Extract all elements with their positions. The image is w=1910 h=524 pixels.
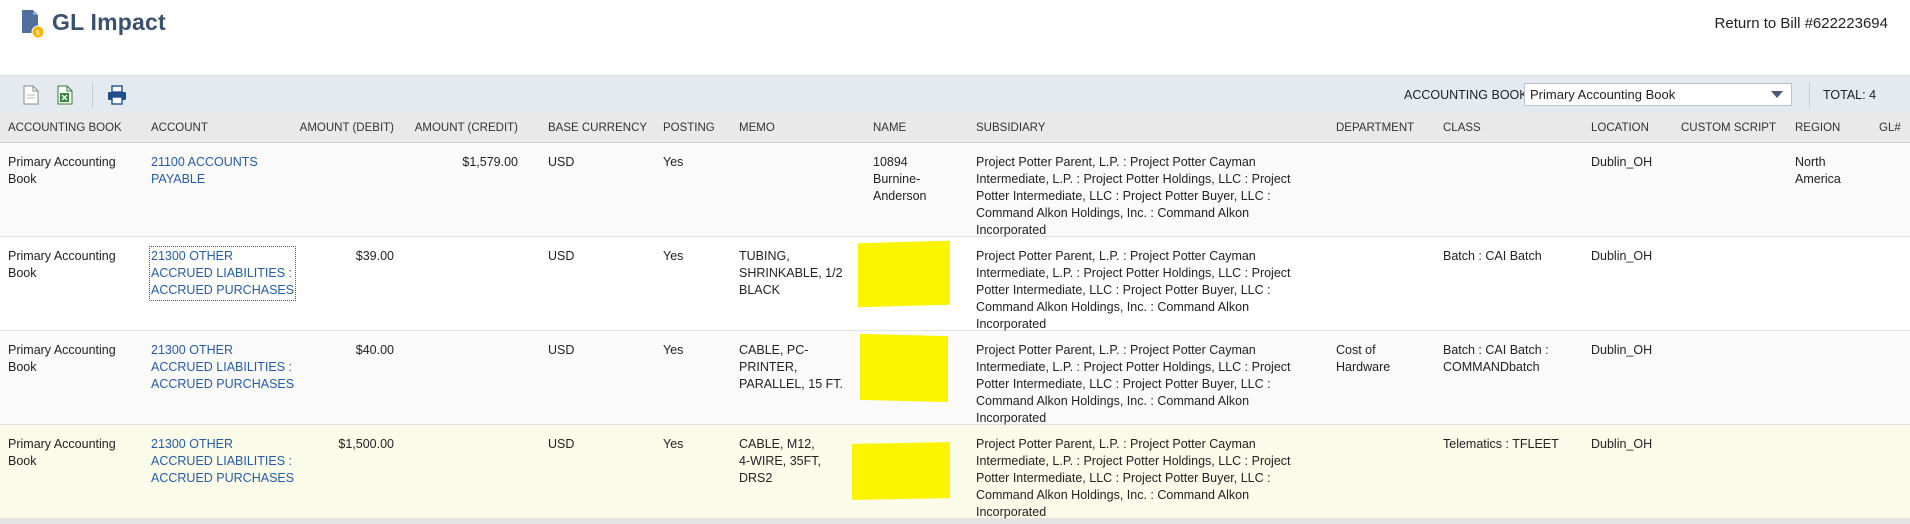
col-account[interactable]: ACCOUNT bbox=[151, 122, 208, 134]
cell-amount-credit: $1,579.00 bbox=[462, 155, 518, 169]
cell-memo: CABLE, PC- PRINTER, PARALLEL, 15 FT. bbox=[739, 343, 843, 391]
cell-location: Dublin_OH bbox=[1591, 249, 1653, 263]
table-row: Primary Accounting Book 21300 OTHER ACCRUE… bbox=[0, 425, 1910, 519]
cell-posting: Yes bbox=[663, 437, 684, 451]
cell-region: North America bbox=[1795, 155, 1841, 186]
cell-location: Dublin_OH bbox=[1591, 437, 1653, 451]
toolbar-separator bbox=[1809, 82, 1810, 108]
cell-location: Dublin_OH bbox=[1591, 155, 1653, 169]
cell-amount-debit: $1,500.00 bbox=[338, 437, 394, 451]
table-row: Primary Accounting Book 21300 OTHER ACCRUE… bbox=[0, 237, 1910, 331]
accounting-book-select-value: Primary Accounting Book bbox=[1530, 87, 1676, 102]
col-base-currency[interactable]: BASE CURRENCY bbox=[548, 122, 647, 134]
cell-subsidiary: Project Potter Parent, L.P. : Project Po… bbox=[976, 155, 1291, 237]
table-header: ACCOUNTING BOOK ACCOUNT AMOUNT (DEBIT) A… bbox=[0, 113, 1910, 143]
page-title: GL Impact bbox=[52, 9, 166, 35]
cell-memo: CABLE, M12, 4-WIRE, 35FT, DRS2 bbox=[739, 437, 821, 485]
redaction-mark bbox=[860, 333, 948, 403]
gl-impact-document-icon: $ bbox=[22, 10, 45, 39]
table-row: Primary Accounting Book 21100 ACCOUNTS PAY… bbox=[0, 143, 1910, 237]
cell-base-currency: USD bbox=[548, 437, 575, 451]
accounting-book-label: ACCOUNTING BOOK bbox=[1404, 88, 1528, 102]
cell-department: Cost of Hardware bbox=[1336, 343, 1391, 374]
cell-posting: Yes bbox=[663, 155, 684, 169]
horizontal-scrollbar[interactable] bbox=[0, 519, 1910, 524]
toolbar: ACCOUNTING BOOK Primary Accounting Book … bbox=[0, 75, 1910, 113]
return-to-bill-link[interactable]: Return to Bill #622223694 bbox=[1715, 15, 1888, 32]
cell-name: 10894 Burnine- Anderson bbox=[873, 155, 927, 203]
cell-accounting-book: Primary Accounting Book bbox=[8, 249, 116, 280]
account-link[interactable]: 21300 OTHER ACCRUED LIABILITIES : ACCRUED … bbox=[148, 246, 297, 301]
cell-base-currency: USD bbox=[548, 155, 575, 169]
page-header: $ GL Impact Return to Bill #622223694 bbox=[0, 0, 1910, 75]
export-csv-icon[interactable] bbox=[20, 84, 42, 106]
col-location[interactable]: LOCATION bbox=[1591, 122, 1649, 134]
table-row: Primary Accounting Book 21300 OTHER ACCRUE… bbox=[0, 331, 1910, 425]
col-subsidiary[interactable]: SUBSIDIARY bbox=[976, 122, 1045, 134]
cell-memo: TUBING, SHRINKABLE, 1/2 BLACK bbox=[739, 249, 843, 297]
cell-subsidiary: Project Potter Parent, L.P. : Project Po… bbox=[976, 437, 1291, 519]
cell-accounting-book: Primary Accounting Book bbox=[8, 155, 116, 186]
cell-subsidiary: Project Potter Parent, L.P. : Project Po… bbox=[976, 343, 1291, 425]
col-memo[interactable]: MEMO bbox=[739, 122, 775, 134]
col-gl-number[interactable]: GL# bbox=[1879, 122, 1901, 134]
redaction-mark bbox=[852, 442, 950, 500]
cell-posting: Yes bbox=[663, 343, 684, 357]
cell-class: Batch : CAI Batch bbox=[1443, 249, 1542, 263]
cell-base-currency: USD bbox=[548, 343, 575, 357]
cell-accounting-book: Primary Accounting Book bbox=[8, 343, 116, 374]
col-accounting-book[interactable]: ACCOUNTING BOOK bbox=[8, 122, 122, 134]
account-link[interactable]: 21300 OTHER ACCRUED LIABILITIES : ACCRUED … bbox=[151, 436, 294, 487]
cell-accounting-book: Primary Accounting Book bbox=[8, 437, 116, 468]
cell-class: Telematics : TFLEET bbox=[1443, 437, 1559, 451]
account-link[interactable]: 21100 ACCOUNTS PAYABLE bbox=[151, 154, 258, 188]
col-amount-credit[interactable]: AMOUNT (CREDIT) bbox=[400, 122, 518, 134]
cell-class: Batch : CAI Batch : COMMANDbatch bbox=[1443, 343, 1549, 374]
col-name[interactable]: NAME bbox=[873, 122, 906, 134]
col-amount-debit[interactable]: AMOUNT (DEBIT) bbox=[276, 122, 394, 134]
col-region[interactable]: REGION bbox=[1795, 122, 1840, 134]
col-custom-script[interactable]: CUSTOM SCRIPT bbox=[1681, 122, 1776, 134]
accounting-book-select[interactable]: Primary Accounting Book bbox=[1524, 83, 1792, 106]
total-count: TOTAL: 4 bbox=[1823, 88, 1877, 102]
export-excel-icon[interactable] bbox=[54, 84, 76, 106]
cell-posting: Yes bbox=[663, 249, 684, 263]
svg-text:$: $ bbox=[36, 29, 40, 37]
redaction-mark bbox=[858, 240, 950, 308]
col-department[interactable]: DEPARTMENT bbox=[1336, 122, 1414, 134]
cell-amount-debit: $40.00 bbox=[355, 343, 394, 357]
cell-amount-debit: $39.00 bbox=[355, 249, 394, 263]
gl-impact-table: ACCOUNTING BOOK ACCOUNT AMOUNT (DEBIT) A… bbox=[0, 113, 1910, 519]
col-class[interactable]: CLASS bbox=[1443, 122, 1481, 134]
account-link[interactable]: 21300 OTHER ACCRUED LIABILITIES : ACCRUED … bbox=[151, 342, 294, 393]
cell-location: Dublin_OH bbox=[1591, 343, 1653, 357]
cell-subsidiary: Project Potter Parent, L.P. : Project Po… bbox=[976, 249, 1291, 331]
cell-base-currency: USD bbox=[548, 249, 575, 263]
col-posting[interactable]: POSTING bbox=[663, 122, 715, 134]
print-icon[interactable] bbox=[106, 84, 128, 106]
toolbar-separator bbox=[92, 82, 93, 108]
chevron-down-icon bbox=[1771, 91, 1783, 98]
